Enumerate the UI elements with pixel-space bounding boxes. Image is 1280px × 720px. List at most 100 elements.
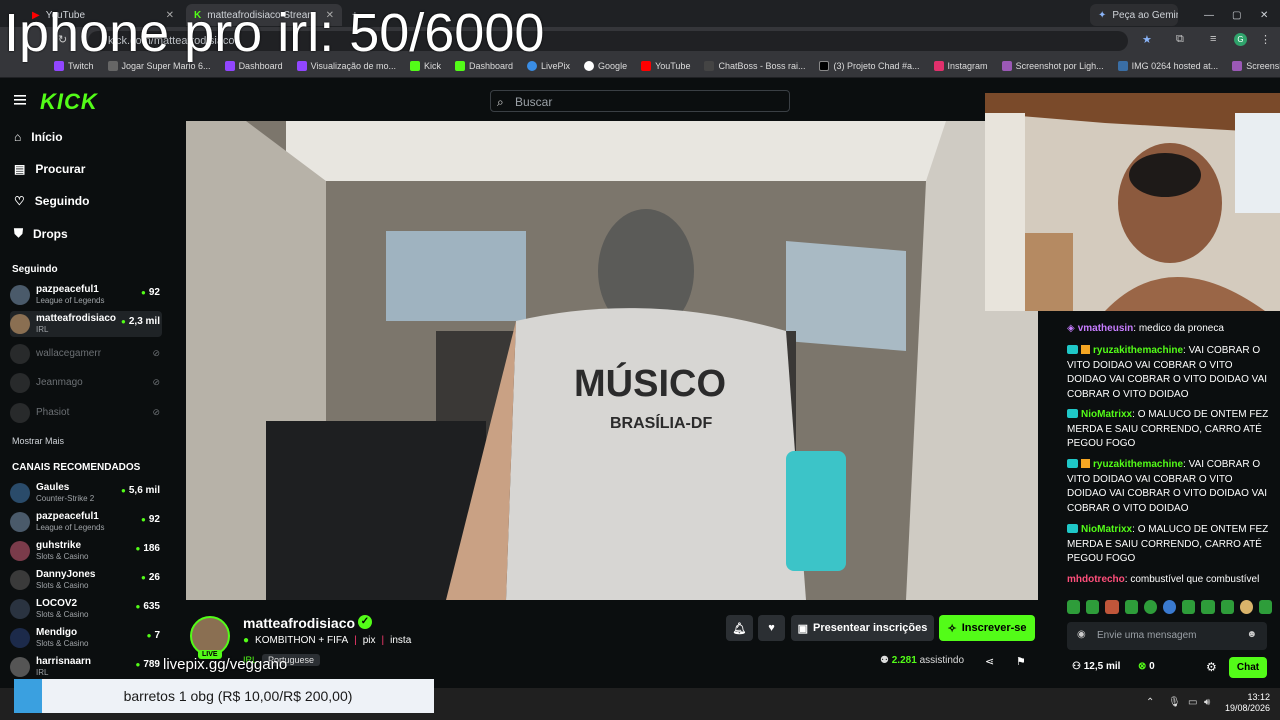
sidebar-channel[interactable]: pazpeaceful1 League of Legends 92 — [10, 282, 162, 308]
bookmark[interactable]: (3) Projeto Chad #a... — [819, 61, 920, 71]
star-icon[interactable]: ★ — [1142, 33, 1152, 46]
chat-username[interactable]: vmatheusin — [1078, 323, 1134, 334]
speaker-icon[interactable]: 🔊︎ — [1204, 697, 1210, 708]
avatar — [10, 285, 30, 305]
sub-badge-icon — [1067, 409, 1078, 418]
kick-logo[interactable]: KICK — [40, 89, 98, 115]
video-frame: MÚSICO BRASÍLIA-DF — [186, 121, 1038, 600]
maximize-button[interactable]: ▢ — [1224, 4, 1249, 26]
window-close-button[interactable]: ✕ — [1252, 4, 1276, 26]
emote-icon[interactable] — [1124, 600, 1138, 614]
share-icon[interactable]: ⋖ — [985, 655, 994, 668]
chat-username[interactable]: ryuzakithemachine — [1093, 345, 1183, 356]
bookmark[interactable]: YouTube — [641, 61, 690, 71]
emoji-icon[interactable]: ☻ — [1246, 629, 1257, 640]
heart-icon: ♡ — [14, 194, 25, 208]
drops-icon: ⛊ — [14, 226, 24, 240]
subscribe-button[interactable]: ✧ Inscrever-se — [939, 615, 1035, 641]
follow-button[interactable]: ♥ — [758, 615, 785, 641]
emote-icon[interactable] — [1258, 600, 1273, 614]
emote-icon[interactable] — [1143, 600, 1157, 614]
sidebar-channel[interactable]: harrisnaarn IRL 789 — [10, 654, 162, 680]
notifications-button[interactable]: 🔔︎ — [726, 615, 753, 641]
gift-icon: ▣ — [797, 622, 809, 635]
avatar — [10, 541, 30, 561]
chat-username[interactable]: NioMatrixx — [1081, 524, 1132, 535]
founder-badge-icon — [1081, 459, 1090, 468]
sub-badge-icon — [1067, 524, 1078, 533]
emote-icon[interactable] — [1067, 600, 1081, 614]
gift-label: Presentear inscrições — [813, 622, 928, 634]
viewer-count: 186 — [135, 543, 160, 554]
extensions-icon[interactable]: ⧉ — [1176, 33, 1184, 46]
sidebar-channel[interactable]: guhstrike Slots & Casino 186 — [10, 538, 162, 564]
sidebar-channel[interactable]: LOCOV2 Slots & Casino 635 — [10, 596, 162, 622]
chat-message: NioMatrixx: O MALUCO DE ONTEM FEZ MERDA … — [1067, 524, 1269, 564]
chat-settings-icon[interactable]: ◉ — [1077, 629, 1086, 640]
nav-seguindo[interactable]: ♡ Seguindo — [14, 194, 89, 208]
gemini-button[interactable]: ✦ Peça ao Gemini — [1090, 4, 1178, 26]
sidebar-channel[interactable]: DannyJones Slots & Casino 26 — [10, 567, 162, 593]
chat-username[interactable]: NioMatrixx — [1081, 409, 1132, 420]
emote-icon[interactable] — [1201, 600, 1215, 614]
nav-label: Início — [31, 130, 63, 144]
streamer-name[interactable]: matteafrodisiaco — [243, 615, 355, 631]
avatar — [10, 483, 30, 503]
emote-icon[interactable] — [1220, 600, 1234, 614]
chat-username[interactable]: ryuzakithemachine — [1093, 459, 1183, 470]
channel-name: matteafrodisiaco — [36, 313, 117, 324]
video-player[interactable]: MÚSICO BRASÍLIA-DF — [186, 121, 1038, 600]
viewer-count: ⚉ 2.281 assistindo — [880, 655, 964, 666]
nav-inicio[interactable]: ⌂ Início — [14, 130, 63, 144]
chat-input[interactable]: ◉ Envie uma mensagem ☻ — [1067, 622, 1267, 650]
bookmark-label: Screenshot por Ligh... — [1246, 61, 1280, 71]
profile-avatar[interactable]: G — [1234, 33, 1247, 46]
emote-icon[interactable] — [1182, 600, 1196, 614]
bookmark[interactable]: IMG 0264 hosted at... — [1117, 61, 1218, 71]
gift-subs-button[interactable]: ▣ Presentear inscrições — [791, 615, 934, 641]
show-more-link[interactable]: Mostrar Mais — [12, 436, 64, 446]
emote-icon[interactable] — [1086, 600, 1100, 614]
chat-send-button[interactable]: Chat — [1229, 657, 1267, 678]
emote-icon[interactable] — [1162, 600, 1177, 614]
menu-dots-icon[interactable]: ⋮ — [1260, 33, 1271, 46]
nav-procurar[interactable]: ▤ Procurar — [14, 162, 85, 176]
sidebar-channel-active[interactable]: matteafrodisiaco IRL 2,3 mil — [10, 311, 162, 337]
avatar — [10, 314, 30, 334]
bookmark[interactable]: Instagram — [933, 61, 988, 71]
chevron-up-icon[interactable]: ⌃ — [1146, 697, 1154, 708]
gear-icon[interactable]: ⚙ — [1206, 660, 1217, 674]
microphone-icon[interactable]: 🎙︎ — [1168, 697, 1181, 708]
title-link-pix[interactable]: pix — [363, 635, 376, 646]
chatboss-icon — [704, 61, 715, 71]
chat-text: combustível que combustível — [1130, 574, 1260, 585]
sidebar-channel-offline[interactable]: Phasiot ⊘ — [10, 400, 162, 426]
emote-icon[interactable] — [1239, 600, 1253, 614]
emote-icon[interactable] — [1105, 600, 1119, 614]
hamburger-menu-icon[interactable] — [14, 93, 28, 107]
bookmark[interactable]: Google — [584, 61, 627, 71]
search-input[interactable]: ⌕ Buscar — [490, 90, 790, 112]
sidebar-channel[interactable]: Gaules Counter-Strike 2 5,6 mil — [10, 480, 162, 506]
reading-list-icon[interactable]: ≡ — [1210, 33, 1216, 45]
viewer-count: 789 — [135, 659, 160, 670]
bookmark[interactable]: Screenshot por Ligh... — [1001, 61, 1104, 71]
emote-bar — [1067, 600, 1273, 616]
followers-number: 12,5 mil — [1083, 661, 1121, 672]
nav-drops[interactable]: ⛊ Drops — [14, 226, 68, 241]
report-icon[interactable]: ⚑ — [1016, 655, 1026, 668]
minimize-button[interactable]: — — [1196, 4, 1222, 26]
clock-time: 13:12 — [1247, 692, 1270, 702]
sidebar-channel[interactable]: pazpeaceful1 League of Legends 92 — [10, 509, 162, 535]
network-icon[interactable]: ▭ — [1188, 697, 1197, 708]
bookmark[interactable]: Screenshot por Ligh... — [1232, 61, 1280, 71]
sidebar-channel-offline[interactable]: Jeanmago ⊘ — [10, 370, 162, 396]
taskbar-clock[interactable]: 13:12 19/08/2026 — [1220, 692, 1270, 714]
title-link-insta[interactable]: insta — [390, 635, 411, 646]
nav-label: Drops — [33, 226, 68, 241]
bookmark[interactable]: ChatBoss - Boss rai... — [704, 61, 805, 71]
sidebar-channel-offline[interactable]: wallacegamerr ⊘ — [10, 341, 162, 367]
sidebar-channel[interactable]: Mendigo Slots & Casino 7 — [10, 625, 162, 651]
chat-username[interactable]: mhdotrecho — [1067, 574, 1125, 585]
viewer-count: 7 — [147, 630, 160, 641]
